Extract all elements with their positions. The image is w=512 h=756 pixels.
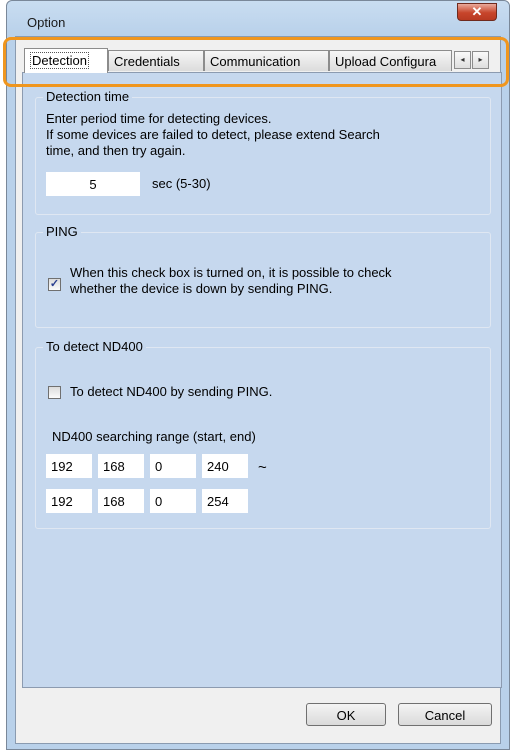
ping-description-2: whether the device is down by sending PI… [70, 281, 333, 296]
detection-tab-page: Detection time Enter period time for det… [22, 72, 502, 688]
range-end-octet-1[interactable] [46, 489, 92, 513]
detection-time-text-1: Enter period time for detecting devices. [46, 111, 272, 126]
range-start-octet-1[interactable] [46, 454, 92, 478]
ping-group: PING ✓ When this check box is turned on,… [35, 224, 491, 328]
tab-label: Detection [30, 52, 89, 69]
detection-time-text-2: If some devices are failed to detect, pl… [46, 127, 380, 142]
tab-label: Upload Configura [335, 54, 437, 69]
search-time-unit: sec (5-30) [152, 176, 211, 191]
nd400-ping-checkbox[interactable] [48, 386, 61, 399]
nd400-group: To detect ND400 To detect ND400 by sendi… [35, 339, 491, 529]
detection-time-group: Detection time Enter period time for det… [35, 89, 491, 215]
search-time-input[interactable] [46, 172, 140, 196]
range-separator: ~ [258, 459, 267, 476]
dialog-title: Option [27, 15, 66, 30]
ping-title: PING [43, 224, 81, 239]
tab-scroll-left-icon[interactable]: ◂ [454, 51, 471, 69]
ping-description-1: When this check box is turned on, it is … [70, 265, 392, 280]
range-start-octet-2[interactable] [98, 454, 144, 478]
tab-communication[interactable]: Communication [204, 50, 329, 71]
nd400-checkbox-label: To detect ND400 by sending PING. [70, 384, 273, 399]
cancel-button[interactable]: Cancel [398, 703, 492, 726]
tab-scroll-right-icon[interactable]: ▸ [472, 51, 489, 69]
ok-button[interactable]: OK [306, 703, 386, 726]
range-start-octet-4[interactable] [202, 454, 248, 478]
close-icon[interactable]: ✕ [457, 3, 497, 21]
check-icon: ✓ [49, 278, 60, 290]
tab-detection[interactable]: Detection [24, 48, 108, 73]
range-end-octet-3[interactable] [150, 489, 196, 513]
detection-time-title: Detection time [43, 89, 133, 104]
range-start-octet-3[interactable] [150, 454, 196, 478]
range-end-octet-2[interactable] [98, 489, 144, 513]
detection-time-text-3: time, and then try again. [46, 143, 186, 158]
nd400-range-label: ND400 searching range (start, end) [52, 429, 256, 444]
ping-checkbox[interactable]: ✓ [48, 278, 61, 291]
range-end-octet-4[interactable] [202, 489, 248, 513]
title-bar[interactable]: Option ✕ [7, 1, 509, 35]
tab-credentials[interactable]: Credentials [108, 50, 204, 71]
tab-label: Credentials [114, 54, 180, 69]
tab-upload-configuration[interactable]: Upload Configura [329, 50, 452, 71]
tab-label: Communication [210, 54, 301, 69]
nd400-title: To detect ND400 [43, 339, 146, 354]
